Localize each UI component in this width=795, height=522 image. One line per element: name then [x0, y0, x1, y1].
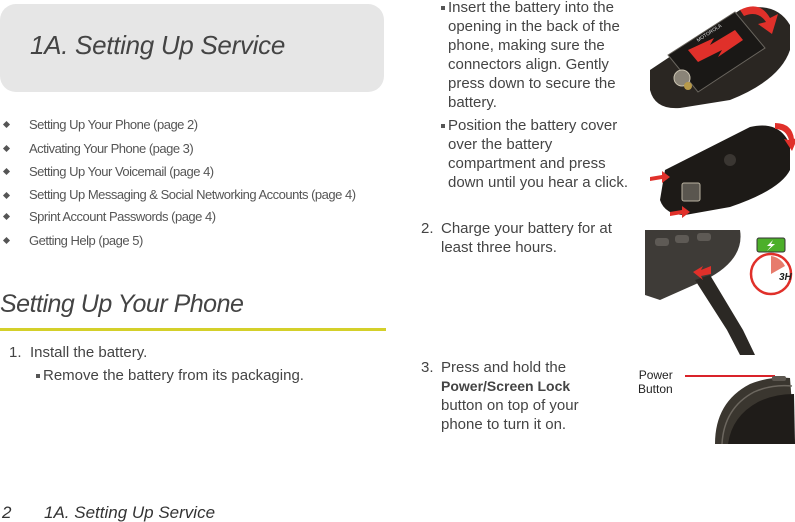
flash-icon — [684, 82, 692, 90]
toc-item[interactable]: Setting Up Your Phone (page 2) — [0, 114, 380, 136]
step-number: 1. — [9, 344, 22, 361]
diamond-bullet-icon — [2, 167, 11, 176]
diamond-bullet-icon — [2, 144, 11, 152]
toc-list: Setting Up Your Phone (page 2) Activatin… — [0, 114, 380, 253]
square-bullet-icon — [441, 124, 445, 128]
toc-item[interactable]: Setting Up Messaging & Social Networking… — [0, 185, 380, 205]
charging-illustration: 3H — [645, 230, 793, 355]
power-lock-label: Power/Screen Lock — [441, 378, 571, 394]
diamond-bullet-icon — [2, 191, 11, 199]
diamond-bullet-icon — [2, 236, 11, 244]
step-2: 2. Charge your battery for at least three… — [421, 219, 631, 257]
step-text: Charge your battery for at least three h… — [441, 220, 612, 256]
power-button-label: Power Button — [638, 368, 673, 396]
toc-item[interactable]: Setting Up Your Voicemail (page 4) — [0, 161, 380, 183]
footer-chapter: 1A. Setting Up Service — [44, 503, 216, 522]
charge-time-label: 3H — [779, 272, 793, 283]
diamond-bullet-icon — [2, 212, 11, 221]
page-number: 2 — [2, 503, 12, 522]
power-button-illustration — [715, 376, 795, 444]
diamond-bullet-icon — [2, 120, 11, 129]
step-3: 3. Press and hold the Power/Screen Lock b… — [421, 359, 579, 433]
substep-1b: Insert the battery into the opening in t… — [441, 0, 641, 112]
step-number: 3. — [421, 359, 434, 376]
phone-back-cover-shape — [660, 125, 790, 215]
toc-item[interactable]: Activating Your Phone (page 3) — [0, 138, 380, 160]
section-divider — [0, 328, 386, 331]
square-bullet-icon — [36, 374, 40, 378]
substep-1c: Position the battery cover over the batt… — [441, 116, 631, 192]
insert-battery-illustration: MOTOROLA — [650, 6, 790, 109]
camera-module-icon — [681, 182, 701, 202]
square-bullet-icon — [441, 6, 445, 10]
step-number: 2. — [421, 220, 434, 237]
toc-item[interactable]: Getting Help (page 5) — [0, 230, 380, 252]
step-1: 1. Install the battery. — [9, 343, 369, 362]
chapter-title: 1A. Setting Up Service — [30, 30, 285, 60]
section-title: Setting Up Your Phone — [0, 290, 244, 318]
toc-item[interactable]: Sprint Account Passwords (page 4) — [0, 206, 380, 228]
phone-key — [697, 233, 711, 241]
phone-key — [655, 238, 669, 246]
charger-cable-shape — [695, 275, 755, 355]
phone-key — [675, 235, 689, 243]
chapter-header-box: 1A. Setting Up Service — [0, 4, 384, 92]
motorola-logo-icon — [724, 154, 736, 166]
battery-cover-illustration — [650, 123, 795, 218]
page-footer: 2 1A. Setting Up Service — [2, 503, 215, 522]
step-text: Install the battery. — [30, 344, 148, 361]
substep-1a: Remove the battery from its packaging. — [36, 366, 376, 385]
power-button-shape — [772, 376, 786, 381]
